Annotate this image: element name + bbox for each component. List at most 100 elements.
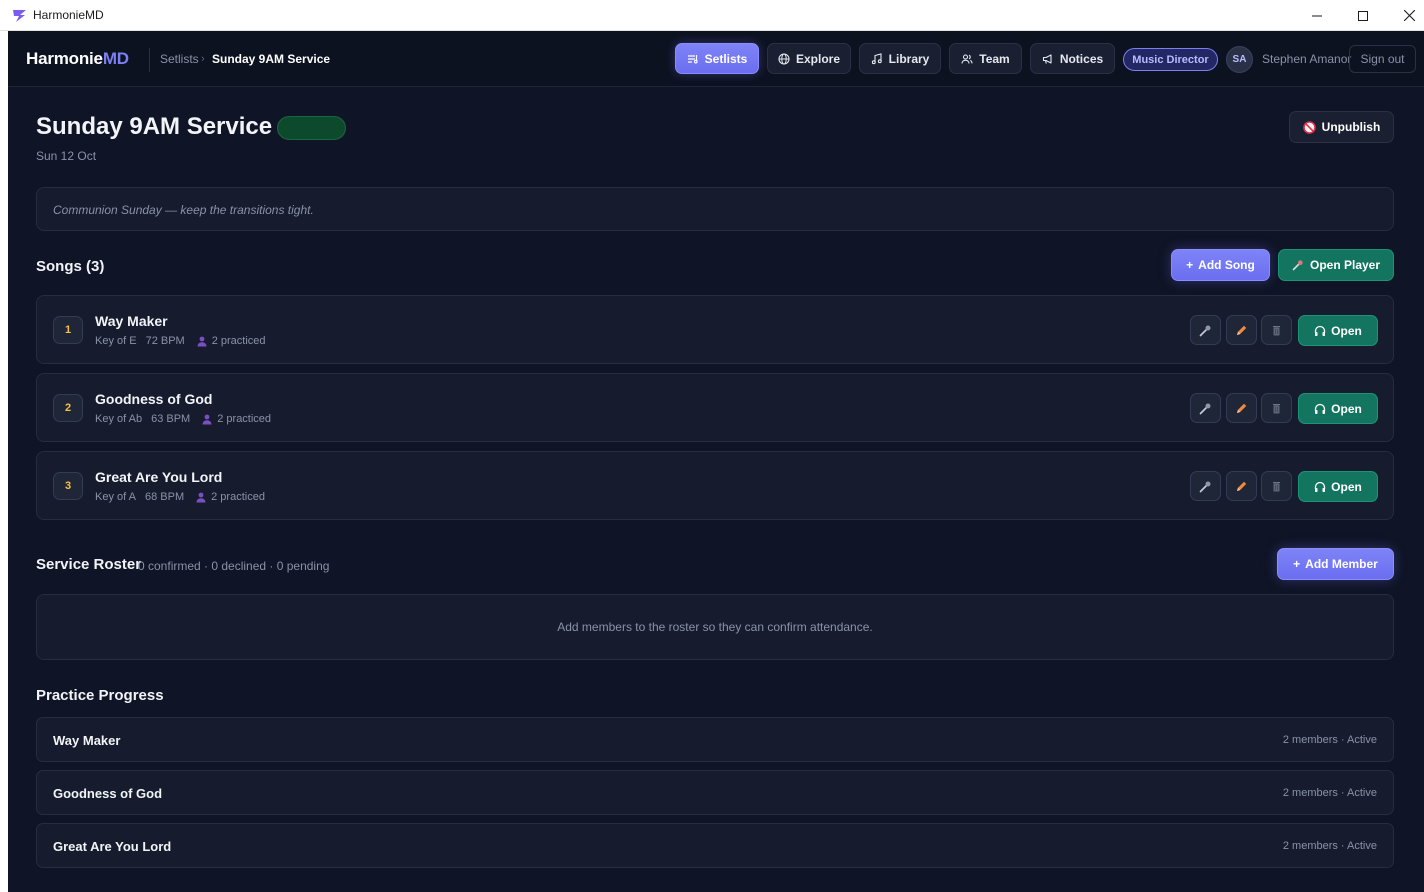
song-mic-button[interactable] — [1190, 315, 1221, 345]
unpublish-label: Unpublish — [1321, 120, 1381, 134]
avatar[interactable]: SA — [1226, 46, 1253, 73]
song-practiced: 2 practiced — [197, 335, 266, 347]
microphone-icon — [1199, 325, 1211, 336]
song-card: 1 Way Maker Key of E 72 BPM 2 practiced … — [36, 295, 1394, 364]
role-badge: Music Director — [1123, 48, 1218, 71]
breadcrumb-setlists[interactable]: Setlists — [160, 52, 199, 66]
practice-song-title: Goodness of God — [53, 786, 163, 801]
tab-setlists[interactable]: Setlists — [675, 43, 759, 74]
song-practiced: 2 practiced — [202, 413, 271, 425]
song-mic-button[interactable] — [1190, 393, 1221, 423]
tab-library[interactable]: Library — [859, 43, 941, 74]
open-label: Open — [1331, 479, 1362, 494]
globe-icon — [778, 52, 790, 65]
tab-explore-label: Explore — [795, 51, 840, 66]
song-key: Key of A — [95, 491, 136, 503]
delete-song-button[interactable] — [1261, 393, 1292, 423]
song-number: 2 — [53, 394, 83, 422]
song-title[interactable]: Great Are You Lord — [95, 469, 222, 485]
song-bpm: 68 BPM — [144, 491, 185, 503]
practice-row[interactable]: Great Are You Lord 2 members · Active — [36, 823, 1394, 868]
maximize-icon — [1358, 10, 1368, 21]
add-song-button[interactable]: + Add Song — [1171, 249, 1270, 281]
microphone-icon — [1199, 481, 1211, 492]
trash-icon — [1273, 403, 1280, 413]
unpublish-button[interactable]: Unpublish — [1289, 111, 1394, 143]
service-note: Communion Sunday — keep the transitions … — [36, 187, 1394, 231]
delete-song-button[interactable] — [1261, 471, 1292, 501]
song-title[interactable]: Goodness of God — [95, 391, 212, 407]
megaphone-icon — [1042, 53, 1052, 64]
tab-team[interactable]: Team — [949, 43, 1022, 74]
add-member-button[interactable]: + Add Member — [1277, 548, 1394, 580]
tab-library-label: Library — [888, 51, 930, 66]
delete-song-button[interactable] — [1261, 315, 1292, 345]
tab-notices[interactable]: Notices — [1030, 43, 1115, 74]
service-note-text: Communion Sunday — keep the transitions … — [53, 203, 314, 217]
pencil-icon — [1237, 403, 1247, 413]
tab-notices-label: Notices — [1059, 51, 1104, 66]
song-title[interactable]: Way Maker — [95, 313, 168, 329]
open-player-button[interactable]: Open Player — [1278, 249, 1394, 281]
prohibited-icon — [1302, 120, 1316, 134]
logo-accent-text: MD — [102, 49, 129, 68]
users-icon — [961, 53, 973, 64]
maximize-button[interactable] — [1340, 0, 1386, 31]
practice-row[interactable]: Way Maker 2 members · Active — [36, 717, 1394, 762]
logo-text: Harmonie — [26, 49, 103, 68]
plus-icon: + — [1186, 258, 1194, 272]
songs-heading: Songs (3) — [36, 258, 105, 275]
edit-song-button[interactable] — [1226, 315, 1257, 345]
minimize-icon — [1312, 15, 1322, 16]
open-song-button[interactable]: Open — [1298, 315, 1378, 346]
edit-song-button[interactable] — [1226, 393, 1257, 423]
service-date: Sun 12 Oct — [36, 149, 97, 163]
close-icon — [1403, 10, 1415, 21]
practiced-count: 2 practiced — [211, 491, 265, 503]
open-label: Open — [1331, 323, 1362, 338]
setlist-icon — [687, 54, 698, 63]
microphone-icon — [1199, 403, 1211, 414]
trash-icon — [1273, 325, 1280, 335]
pencil-icon — [1237, 481, 1247, 491]
open-song-button[interactable]: Open — [1298, 471, 1378, 502]
pencil-icon — [1237, 325, 1247, 335]
edit-song-button[interactable] — [1226, 471, 1257, 501]
window-title: HarmonieMD — [33, 8, 104, 22]
song-number: 3 — [53, 472, 83, 500]
minimize-button[interactable] — [1294, 0, 1340, 31]
practice-row[interactable]: Goodness of God 2 members · Active — [36, 770, 1394, 815]
user-name: Stephen Amanor — [1262, 52, 1352, 66]
breadcrumb-separator: › — [201, 53, 205, 65]
nav-divider — [149, 48, 150, 72]
music-note-icon — [871, 52, 882, 64]
song-meta: Key of A 68 BPM 2 practiced — [95, 491, 265, 503]
trash-icon — [1273, 481, 1280, 491]
tab-explore[interactable]: Explore — [767, 43, 851, 74]
breadcrumb-current: Sunday 9AM Service — [212, 52, 331, 66]
page-title: Sunday 9AM Service — [36, 113, 273, 140]
song-mic-button[interactable] — [1190, 471, 1221, 501]
close-window-button[interactable] — [1386, 0, 1424, 31]
roster-heading: Service Roster — [36, 556, 142, 573]
app-root: HarmonieMD Setlists › Sunday 9AM Service… — [8, 31, 1424, 892]
top-nav: HarmonieMD Setlists › Sunday 9AM Service… — [8, 31, 1424, 87]
tab-setlists-label: Setlists — [704, 51, 748, 66]
plus-icon: + — [1293, 557, 1301, 571]
sign-out-button[interactable]: Sign out — [1349, 45, 1416, 73]
open-label: Open — [1331, 401, 1362, 416]
open-song-button[interactable]: Open — [1298, 393, 1378, 424]
song-meta: Key of E 72 BPM 2 practiced — [95, 335, 266, 347]
add-member-label: Add Member — [1305, 557, 1378, 571]
person-icon — [196, 492, 206, 502]
song-number: 1 — [53, 316, 83, 344]
app-logo[interactable]: HarmonieMD — [26, 49, 129, 69]
tab-team-label: Team — [979, 51, 1010, 66]
practice-song-title: Way Maker — [53, 733, 121, 748]
add-song-label: Add Song — [1198, 258, 1255, 272]
song-bpm: 72 BPM — [145, 335, 185, 347]
app-logo-icon — [13, 10, 26, 22]
song-key: Key of E — [95, 335, 137, 347]
practice-song-meta: 2 members · Active — [1282, 734, 1377, 746]
song-key: Key of Ab — [95, 413, 143, 425]
